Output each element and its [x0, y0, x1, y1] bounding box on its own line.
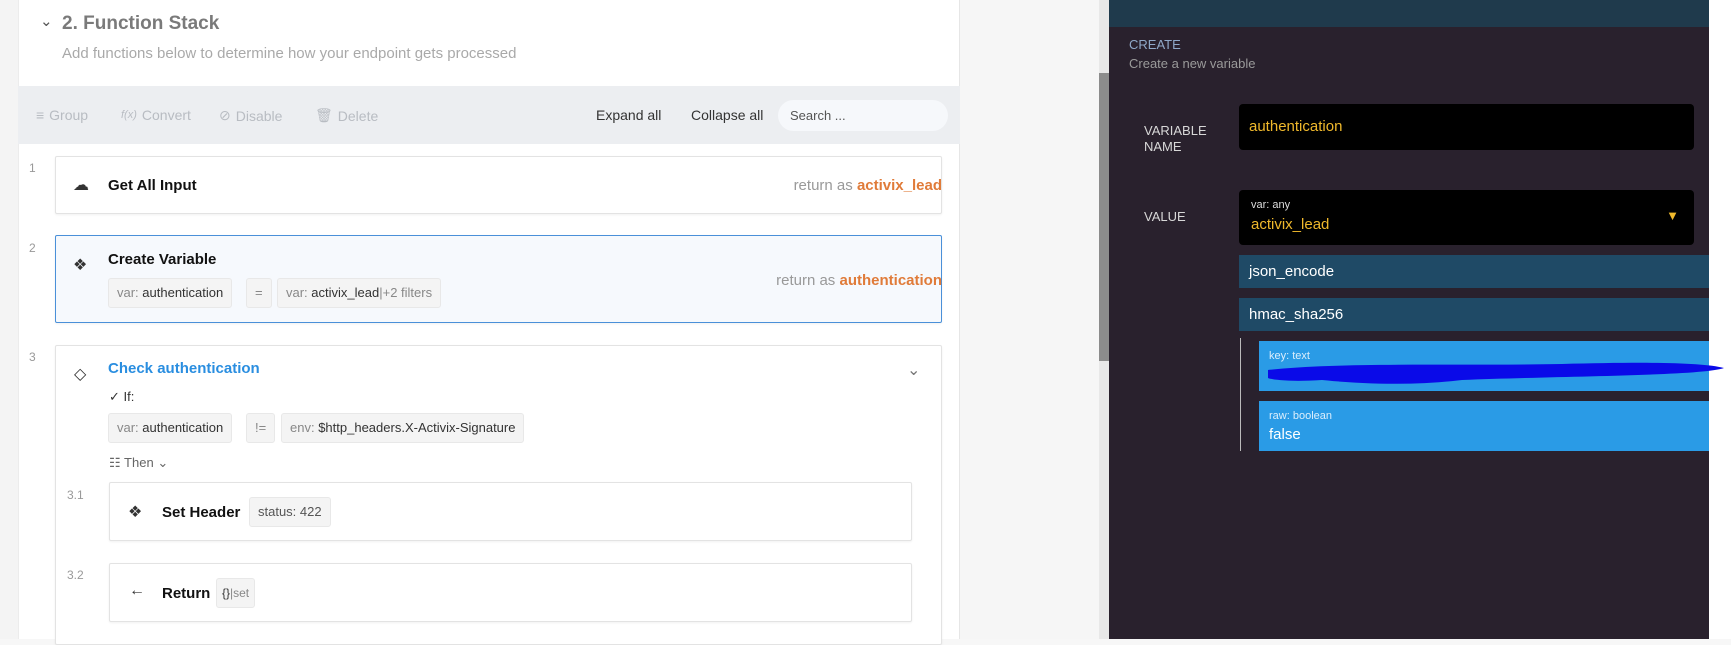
var-chip[interactable]: var: authentication [108, 413, 233, 443]
param-value: false [1269, 426, 1301, 443]
chip-prefix: var: [117, 285, 139, 300]
collapse-section-chevron-icon[interactable]: ⌄ [40, 12, 53, 30]
tag-icon: ❖ [73, 257, 88, 274]
operator-chip[interactable]: = [246, 278, 272, 308]
filter-json-encode[interactable]: json_encode [1239, 255, 1709, 288]
disable-label: Disable [235, 107, 283, 124]
value-type: var: any [1251, 199, 1291, 211]
value-label: VALUE [1144, 209, 1186, 224]
chip-suffix: |+2 filters [379, 285, 433, 300]
return-prefix: return as [793, 177, 853, 194]
if-label: ✓ If: [109, 389, 134, 405]
chip-value: activix_lead [311, 285, 380, 300]
step-number: 3 [29, 350, 36, 364]
return-var: authentication [839, 272, 942, 289]
dropdown-caret-icon: ▼ [1666, 208, 1679, 223]
step-title: Return [162, 585, 211, 602]
param-type: raw: boolean [1269, 410, 1332, 422]
section-subtitle: Add functions below to determine how you… [62, 45, 517, 62]
panel-subheading: Create a new variable [1129, 56, 1256, 71]
chevron-down-icon[interactable]: ⌄ [907, 360, 920, 380]
return-prefix: return as [776, 272, 836, 289]
tree-icon: ☷ [109, 455, 121, 470]
step-number: 2 [29, 241, 36, 255]
value-select[interactable]: var: any activix_lead ▼ [1239, 190, 1694, 245]
step-title[interactable]: Check authentication [108, 360, 260, 377]
step-number: 1 [29, 161, 36, 175]
value-chip[interactable]: var: activix_lead|+2 filters [277, 278, 442, 308]
label-line: VARIABLE [1144, 123, 1207, 138]
right-edge [1709, 0, 1731, 639]
panel-heading: CREATE [1129, 37, 1181, 52]
return-as: return as authentication [776, 272, 942, 289]
search-input[interactable] [778, 100, 948, 131]
group-label: Group [49, 107, 89, 123]
nesting-line [1240, 338, 1241, 451]
chip-value: authentication [142, 285, 224, 300]
disable-button[interactable]: ⊘ Disable [219, 107, 282, 124]
expand-all-button[interactable]: Expand all [596, 107, 661, 123]
filter-hmac-sha256[interactable]: hmac_sha256 [1239, 298, 1709, 331]
variable-name-input[interactable]: authentication [1239, 104, 1694, 150]
collapse-all-button[interactable]: Collapse all [691, 107, 763, 123]
then-label: Then [124, 455, 154, 470]
return-var: activix_lead [856, 177, 942, 194]
status-chip[interactable]: status: 422 [249, 497, 331, 527]
chip-prefix: var: [117, 420, 139, 435]
section-title: 2. Function Stack [62, 13, 220, 34]
panel-header-bar [1109, 0, 1709, 27]
convert-label: Convert [141, 107, 191, 123]
if-text: If: [123, 389, 135, 404]
arrow-left-icon: ← [129, 582, 145, 599]
diamond-icon: ◇ [74, 366, 87, 383]
variable-name-value: authentication [1249, 118, 1343, 135]
check-icon: ✓ [109, 389, 120, 404]
step-title: Get All Input [108, 177, 197, 194]
chip-value: {} [222, 586, 231, 600]
chip-prefix: var: [286, 285, 308, 300]
return-value-chip[interactable]: {}|set [216, 578, 256, 608]
chip-prefix: env: [290, 420, 315, 435]
step-number: 3.2 [67, 568, 84, 582]
delete-label: Delete [337, 107, 379, 124]
eye-off-icon: ⊘ [219, 107, 231, 123]
function-icon: f(x) [121, 109, 137, 121]
gutter [960, 0, 1100, 639]
operator-chip[interactable]: != [246, 413, 276, 443]
trash-icon: 🗑 [315, 107, 333, 123]
then-toggle[interactable]: ☷ Then ⌄ [109, 455, 168, 471]
tag-icon: ❖ [128, 504, 143, 521]
chip-value: authentication [142, 420, 224, 435]
chip-suffix: |set [230, 586, 250, 600]
step-title: Set Header [162, 504, 241, 521]
env-chip[interactable]: env: $http_headers.X-Activix-Signature [281, 413, 525, 443]
var-chip[interactable]: var: authentication [108, 278, 233, 308]
redaction-scribble [1268, 362, 1724, 384]
group-button[interactable]: ≡ Group [36, 107, 88, 123]
value-value: activix_lead [1251, 216, 1330, 233]
scrollbar-thumb[interactable] [1099, 73, 1109, 361]
param-raw[interactable]: raw: boolean false [1259, 401, 1709, 451]
delete-button[interactable]: 🗑 Delete [315, 107, 378, 124]
chevron-down-icon: ⌄ [157, 455, 169, 470]
left-gutter [0, 0, 18, 639]
download-cloud-icon: ☁ [73, 177, 89, 194]
step-number: 3.1 [67, 488, 84, 502]
layers-icon: ≡ [36, 107, 45, 123]
return-as: return as activix_lead [794, 177, 942, 194]
step-title: Create Variable [108, 251, 217, 268]
variable-name-label: VARIABLE NAME [1144, 123, 1207, 155]
chip-value: $http_headers.X-Activix-Signature [318, 420, 516, 435]
convert-button[interactable]: f(x) Convert [121, 107, 191, 123]
label-line: NAME [1144, 139, 1182, 154]
